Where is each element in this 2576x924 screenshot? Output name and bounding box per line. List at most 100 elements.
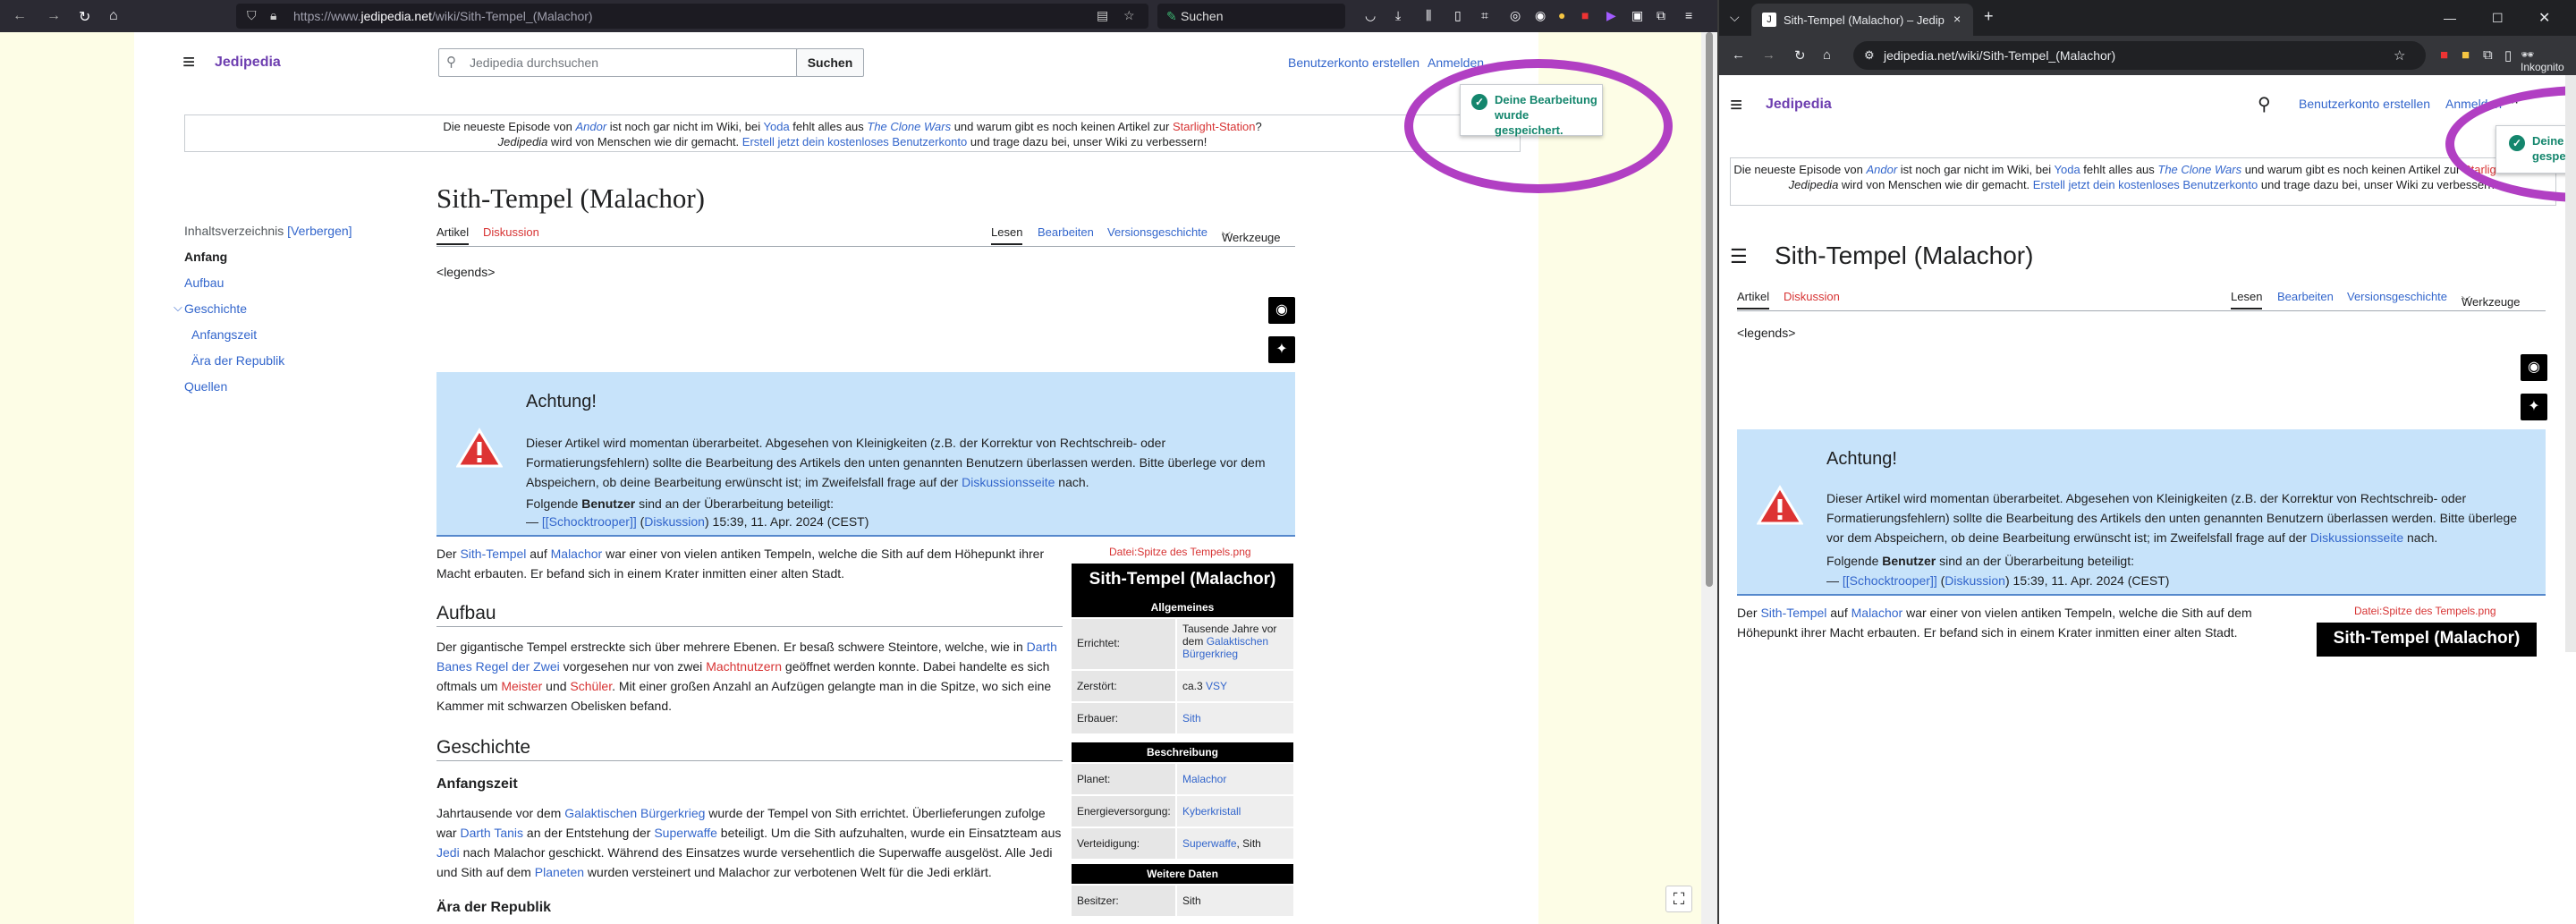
extension-icon[interactable]: ● [1558,8,1565,22]
sith-empire-icon[interactable]: ✦ [2521,394,2547,420]
notice-link-andor[interactable]: Andor [575,120,606,133]
create-account-link[interactable]: Benutzerkonto erstellen [1288,55,1419,70]
link-machtnutzern[interactable]: Machtnutzern [706,659,782,674]
legends-icon[interactable]: ◉ [2521,354,2547,381]
menu-icon[interactable]: ≡ [1685,8,1692,22]
legends-icon[interactable]: ◉ [1268,297,1295,324]
notice-create-account-link[interactable]: Erstell jetzt dein kostenloses Benutzerk… [2033,178,2258,191]
extension-icon[interactable]: ■ [2440,47,2448,63]
reader-icon[interactable]: ▤ [1097,8,1108,23]
sidebar-icon[interactable]: ▯ [1454,8,1462,23]
extensions-icon[interactable]: ⧉ [2483,47,2493,63]
link-malachor[interactable]: Malachor [1852,606,1903,620]
link-galaktischer-buergerkrieg[interactable]: Galaktischen Bürgerkrieg [564,806,705,820]
extension-icon[interactable]: ■ [1581,8,1589,22]
notice-link-starlight[interactable]: Starlight-Station [1173,120,1256,133]
tab-edit[interactable]: Bearbeiten [1038,225,1094,239]
infobox-link[interactable]: Kyberkristall [1182,805,1241,818]
tab-tools[interactable]: Werkzeuge ⌵ [2462,290,2521,309]
infobox-image-caption[interactable]: Datei:Spitze des Tempels.png [2354,605,2496,617]
tab-discussion[interactable]: Diskussion [483,225,539,239]
hamburger-icon[interactable]: ≡ [182,52,195,73]
toc-item-aufbau[interactable]: Aufbau [184,276,224,290]
reload-icon[interactable]: ↻ [79,8,90,26]
link-meister[interactable]: Meister [501,679,542,693]
link-schueler[interactable]: Schüler [570,679,612,693]
create-account-link[interactable]: Benutzerkonto erstellen [2299,97,2430,111]
toc-item-anfang[interactable]: Anfang [184,250,227,264]
tab-article[interactable]: Artikel [1737,290,1770,309]
tab-search-icon[interactable]: ⌵ [1730,10,1740,25]
library-icon[interactable]: ⫼ [1426,8,1431,23]
new-tab-icon[interactable]: + [1984,7,1994,26]
site-info-icon[interactable]: ⚙ [1864,48,1875,63]
toc-item-anfangszeit[interactable]: Anfangszeit [191,327,257,342]
maximize-icon[interactable]: ☐ [2492,11,2504,26]
chrome-tab[interactable]: J Sith-Tempel (Malachor) – Jedip × [1751,4,1973,36]
user-discussion-link[interactable]: Diskussion [1945,573,2005,588]
tab-article[interactable]: Artikel [436,225,470,245]
sidepanel-icon[interactable]: ▯ [2504,47,2512,64]
tab-tools[interactable]: Werkzeuge ⌵ [1222,225,1281,244]
minimize-icon[interactable]: — [2444,11,2456,25]
notice-link-clone-wars[interactable]: The Clone Wars [867,120,951,133]
scrollbar-thumb[interactable] [1706,32,1713,587]
link-darth-tanis[interactable]: Darth Tanis [460,826,523,840]
tab-history[interactable]: Versionsgeschichte [1107,225,1208,239]
tab-read[interactable]: Lesen [2231,290,2263,309]
infobox-link[interactable]: VSY [1206,680,1227,692]
close-window-icon[interactable]: ✕ [2538,9,2550,27]
tab-edit[interactable]: Bearbeiten [2277,290,2334,303]
lock-icon[interactable]: 🔒︎ [270,8,276,23]
infobox-link[interactable]: Malachor [1182,773,1226,785]
sith-empire-icon[interactable]: ✦ [1268,336,1295,363]
forward-icon[interactable]: → [47,8,61,24]
wiki-logo[interactable]: Jedipedia [215,55,281,71]
discussion-page-link[interactable]: Diskussionsseite [962,475,1055,489]
search-icon[interactable]: ⚲ [2258,93,2271,115]
wiki-search-button[interactable]: Suchen [796,48,864,77]
home-icon[interactable]: ⌂ [109,8,118,24]
infobox-link[interactable]: Sith [1182,712,1201,725]
wiki-logo[interactable]: Jedipedia [1766,97,1832,113]
omnibox[interactable]: ⚙ jedipedia.net/wiki/Sith-Tempel_(Malach… [1853,41,2426,70]
notice-link-clone-wars[interactable]: The Clone Wars [2157,163,2241,176]
bookmark-star-icon[interactable]: ☆ [1123,8,1135,23]
user-link-schocktrooper[interactable]: [[Schocktrooper]] [542,514,637,529]
link-regel-der-zwei[interactable]: Regel der Zwei [476,659,560,674]
screenshot-icon[interactable]: ⌗ [1481,8,1488,23]
user-link-schocktrooper[interactable]: [[Schocktrooper]] [1843,573,1937,588]
infobox-image-caption[interactable]: Datei:Spitze des Tempels.png [1109,546,1251,558]
toc-item-quellen[interactable]: Quellen [184,379,227,394]
incognito-indicator[interactable]: 🕶︎ Inkognito [2521,48,2576,73]
user-discussion-link[interactable]: Diskussion [644,514,705,529]
bookmark-star-icon[interactable]: ☆ [2394,47,2405,64]
back-icon[interactable]: ← [13,8,27,24]
tab-read[interactable]: Lesen [991,225,1023,245]
home-icon[interactable]: ⌂ [1823,47,1831,63]
back-icon[interactable]: ← [1732,47,1745,63]
link-superwaffe[interactable]: Superwaffe [654,826,717,840]
infobox-link[interactable]: Superwaffe [1182,837,1237,850]
notice-link-andor[interactable]: Andor [1866,163,1897,176]
chevron-down-icon[interactable]: ⌵ [174,301,182,315]
address-bar[interactable]: ⛉ 🔒︎ https://www.jedipedia.net/wiki/Sith… [236,4,1148,29]
downloads-icon[interactable]: ⤓ [1395,8,1401,23]
extension-icon[interactable]: ▶ [1606,8,1616,23]
extension-icon[interactable]: ◉ [1535,8,1546,23]
link-jedi[interactable]: Jedi [436,845,460,860]
link-sith-tempel[interactable]: Sith-Tempel [1760,606,1826,620]
tab-history[interactable]: Versionsgeschichte [2347,290,2447,303]
close-tab-icon[interactable]: × [1953,12,1961,26]
extensions-icon[interactable]: ⧉ [1657,8,1665,23]
link-planeten[interactable]: Planeten [535,865,584,879]
toc-icon[interactable]: ☰ [1730,245,1748,268]
toc-item-aera-der-republik[interactable]: Ära der Republik [191,353,284,368]
forward-icon[interactable]: → [1762,47,1775,63]
notice-link-yoda[interactable]: Yoda [764,120,790,133]
discussion-page-link[interactable]: Diskussionsseite [2310,530,2403,545]
notice-create-account-link[interactable]: Erstell jetzt dein kostenloses Benutzerk… [742,135,967,148]
extension-icon[interactable]: ■ [2462,47,2470,63]
link-malachor[interactable]: Malachor [551,547,603,561]
tab-discussion[interactable]: Diskussion [1784,290,1840,303]
